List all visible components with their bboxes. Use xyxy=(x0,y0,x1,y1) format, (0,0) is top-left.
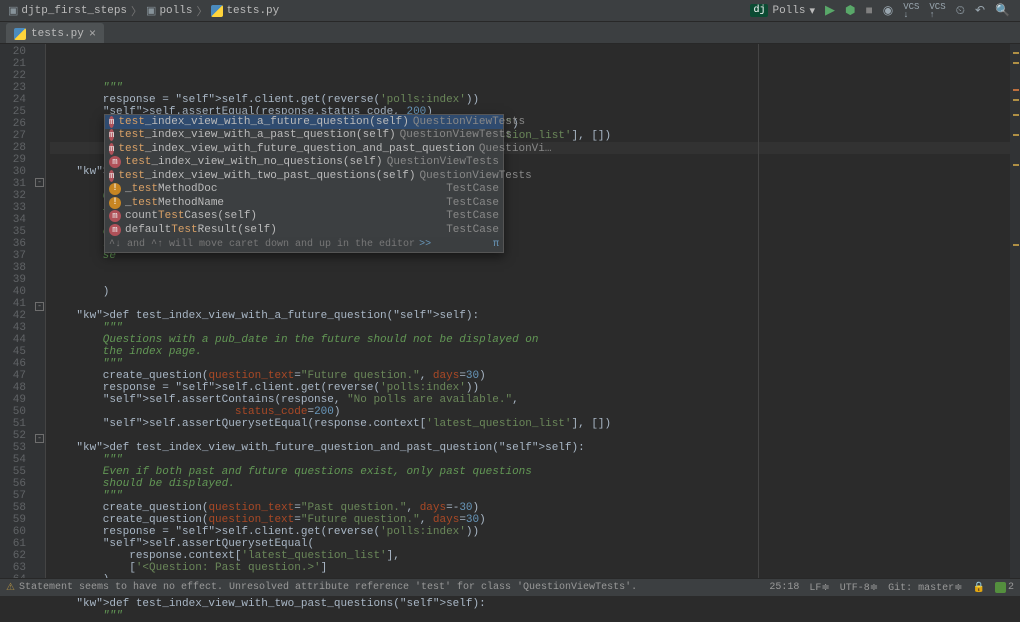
breadcrumb-project[interactable]: ▣djtp_first_steps xyxy=(6,4,129,18)
folder-icon: ▣ xyxy=(146,4,156,18)
chevron-down-icon: ▾ xyxy=(810,4,816,18)
autocomplete-popup: mtest_index_view_with_a_future_question(… xyxy=(104,114,504,253)
toolbar-right: djPolls ▾ ▶ ⬢ ■ ◉ VCS↓ VCS↑ ⏲ ↶ 🔍 xyxy=(750,3,1010,19)
breadcrumb-file[interactable]: tests.py xyxy=(209,5,281,17)
vcs-commit-button[interactable]: VCS↑ xyxy=(929,3,945,19)
right-margin-guide xyxy=(758,44,759,580)
field-icon: ! xyxy=(109,197,121,209)
completion-item[interactable]: mtest_index_view_with_a_future_question(… xyxy=(105,115,503,129)
method-icon: m xyxy=(109,156,121,168)
method-icon: m xyxy=(109,116,114,128)
method-icon: m xyxy=(109,143,114,155)
editor-tabs: tests.py × xyxy=(0,22,1020,44)
popup-hint-link[interactable]: >> xyxy=(419,239,431,250)
completion-item[interactable]: mcountTestCases(self)TestCase xyxy=(105,210,503,224)
completion-item[interactable]: !_testMethodDocTestCase xyxy=(105,183,503,197)
editor: 2021222324252627282930313233343536373839… xyxy=(0,44,1020,580)
field-icon: ! xyxy=(109,183,121,195)
status-message: Statement seems to have no effect. Unres… xyxy=(19,582,637,593)
chevron-right-icon: 〉 xyxy=(196,3,207,19)
completion-item[interactable]: mtest_index_view_with_two_past_questions… xyxy=(105,169,503,183)
method-icon: m xyxy=(109,224,121,236)
history-button[interactable]: ⏲ xyxy=(956,4,965,18)
man-icon xyxy=(995,582,1006,593)
git-branch[interactable]: Git: master≑ xyxy=(888,582,962,594)
run-button[interactable]: ▶ xyxy=(825,3,835,18)
file-encoding[interactable]: UTF-8≑ xyxy=(840,582,878,594)
completion-item[interactable]: mtest_index_view_with_no_questions(self)… xyxy=(105,156,503,170)
breadcrumb-folder[interactable]: ▣polls xyxy=(144,4,194,18)
method-icon: m xyxy=(109,210,121,222)
run-config-selector[interactable]: djPolls ▾ xyxy=(750,4,815,18)
lock-icon[interactable]: 🔒 xyxy=(973,582,985,594)
popup-hint: ^↓ and ^↑ will move caret down and up in… xyxy=(105,237,503,252)
line-separator[interactable]: LF≑ xyxy=(809,582,829,594)
debug-button[interactable]: ⬢ xyxy=(845,3,855,18)
close-icon[interactable]: × xyxy=(89,27,96,41)
search-button[interactable]: 🔍 xyxy=(995,3,1010,18)
completion-item[interactable]: mdefaultTestResult(self)TestCase xyxy=(105,223,503,237)
completion-item[interactable]: mtest_index_view_with_future_question_an… xyxy=(105,142,503,156)
completion-item[interactable]: mtest_index_view_with_a_past_question(se… xyxy=(105,129,503,143)
folder-icon: ▣ xyxy=(8,4,18,18)
python-file-icon xyxy=(211,5,223,17)
pi-icon[interactable]: π xyxy=(493,239,499,250)
breadcrumb: ▣djtp_first_steps 〉 ▣polls 〉 tests.py xyxy=(6,3,281,19)
navigation-bar: ▣djtp_first_steps 〉 ▣polls 〉 tests.py dj… xyxy=(0,0,1020,22)
status-bar: ⚠ Statement seems to have no effect. Unr… xyxy=(0,578,1020,596)
line-gutter[interactable]: 2021222324252627282930313233343536373839… xyxy=(0,44,34,580)
method-icon: m xyxy=(109,129,114,141)
fold-gutter[interactable]: ---- xyxy=(34,44,46,580)
python-interpreter[interactable]: 2 xyxy=(995,582,1014,593)
tab-tests[interactable]: tests.py × xyxy=(6,23,104,43)
caret-position[interactable]: 25:18 xyxy=(769,582,799,593)
chevron-right-icon: 〉 xyxy=(131,3,142,19)
error-stripe[interactable] xyxy=(1010,44,1020,580)
stop-button[interactable]: ■ xyxy=(866,4,873,18)
python-file-icon xyxy=(14,28,26,40)
completion-item[interactable]: !_testMethodNameTestCase xyxy=(105,196,503,210)
tab-label: tests.py xyxy=(31,28,84,40)
method-icon: m xyxy=(109,170,114,182)
django-icon: dj xyxy=(750,4,768,17)
revert-button[interactable]: ↶ xyxy=(975,3,985,18)
vcs-update-button[interactable]: VCS↓ xyxy=(903,3,919,19)
coverage-button[interactable]: ◉ xyxy=(883,3,893,18)
warning-icon: ⚠ xyxy=(6,582,15,594)
